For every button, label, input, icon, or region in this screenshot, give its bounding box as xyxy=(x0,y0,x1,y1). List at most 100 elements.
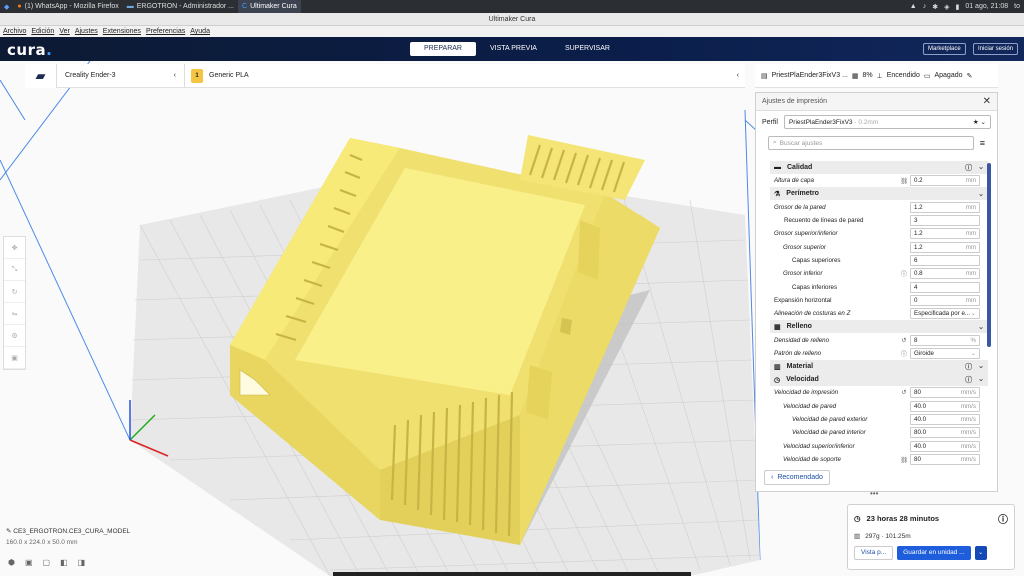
setting-input[interactable]: 80.0 mm/s xyxy=(910,427,980,439)
tab-vista-previa[interactable]: VISTA PREVIA xyxy=(476,42,551,56)
setting-input[interactable]: 0.8 mm xyxy=(910,268,980,280)
setting-input[interactable]: 40.0 mm/s xyxy=(910,400,980,412)
setting-input[interactable]: 40.0 mm/s xyxy=(910,440,980,452)
menu-preferencias[interactable]: Preferencias xyxy=(146,26,185,37)
open-file-button[interactable]: ▰ xyxy=(25,63,57,88)
notification-icon[interactable]: ▲ xyxy=(910,3,917,10)
menu-extensiones[interactable]: Extensiones xyxy=(103,26,141,37)
menu-ajustes[interactable]: Ajustes xyxy=(75,26,98,37)
category-relleno[interactable]: ▦ Relleno ⌄ xyxy=(770,320,988,334)
close-icon[interactable]: ✕ xyxy=(983,96,991,107)
preview-button[interactable]: Vista p... xyxy=(854,546,894,560)
battery-icon[interactable]: ▮ xyxy=(955,3,959,11)
signin-button[interactable]: Iniciar sesión xyxy=(973,43,1019,55)
pencil-icon[interactable]: ✎ xyxy=(6,528,11,535)
top-view-icon[interactable]: ▢ xyxy=(43,558,51,567)
chevron-down-icon: ⌄ xyxy=(978,362,984,370)
adhesion-icon: ▭ xyxy=(923,72,931,80)
setting-row: Capas superiores 6 xyxy=(770,254,988,267)
profile-dropdown[interactable]: PriestPlaEnder3FixV3 - 0.2mm ★ ⌄ xyxy=(783,115,991,129)
scale-tool-icon[interactable]: ⤡ xyxy=(4,259,25,281)
category-material[interactable]: ▥ Material ⓘ ⌄ xyxy=(770,360,988,374)
category-perimetro[interactable]: ⚗ Perímetro ⌄ xyxy=(770,187,988,201)
tool-panel: ✥ ⤡ ↻ ⇋ ⚙ ▣ xyxy=(3,236,26,370)
marketplace-button[interactable]: Marketplace xyxy=(923,43,966,55)
support-icon: ⊥ xyxy=(876,72,883,80)
clock[interactable]: 01 ago, 21:08 xyxy=(965,3,1008,10)
walls-icon: ⚗ xyxy=(774,190,781,198)
setting-input[interactable]: 8% xyxy=(910,334,980,346)
category-calidad[interactable]: ▬ Calidad ⓘ ⌄ xyxy=(770,161,988,174)
link-icon: ⛓ xyxy=(900,456,908,464)
setting-dropdown[interactable]: Giroide ⌄ xyxy=(910,347,980,359)
setting-row: Grosor de la pared 1.2 mm xyxy=(770,200,988,213)
taskbar-item-cura[interactable]: C Ultimaker Cura xyxy=(238,0,301,13)
support-blocker-icon[interactable]: ▣ xyxy=(4,347,25,369)
user-label[interactable]: to xyxy=(1014,3,1020,10)
setting-row: Velocidad superior/inferior 40.0 mm/s xyxy=(770,440,988,453)
settings-search-input[interactable]: ⌕ Buscar ajustes xyxy=(768,136,974,150)
spool-icon: ▥ xyxy=(854,533,861,540)
layer-height-input[interactable]: 0.2 mm xyxy=(910,175,980,187)
print-settings-panel: Ajustes de impresión ✕ Perfil PriestPlaE… xyxy=(755,92,998,492)
extruder-badge: 1 xyxy=(191,68,203,83)
rotate-tool-icon[interactable]: ↻ xyxy=(4,281,25,303)
printer-name: Creality Ender-3 xyxy=(65,72,116,79)
chevron-down-icon: ⌄ xyxy=(978,190,984,198)
panel-resize-handle[interactable]: ••• xyxy=(870,489,878,498)
tab-preparar[interactable]: PREPARAR xyxy=(410,42,476,56)
menu-ver[interactable]: Ver xyxy=(59,26,70,37)
setting-input[interactable]: 1.2 mm xyxy=(910,201,980,213)
infill-summary: 8% xyxy=(862,72,873,79)
category-velocidad[interactable]: ◷ Velocidad ⓘ ⌄ xyxy=(770,373,988,387)
setting-input[interactable]: 4 xyxy=(910,281,980,293)
save-to-drive-button[interactable]: Guardar en unidad ... xyxy=(897,546,971,560)
3d-view-icon[interactable]: ⬢ xyxy=(8,558,15,567)
front-view-icon[interactable]: ▣ xyxy=(25,558,33,567)
taskbar-item-file-manager[interactable]: ▬ ERGOTRON - Administrador ... xyxy=(123,0,238,13)
setting-row: Patrón de relleno ⓘ Giroide ⌄ xyxy=(770,347,988,360)
info-icon[interactable]: ⓘ xyxy=(998,511,1008,526)
recommended-button[interactable]: ‹ Recomendado xyxy=(764,470,830,485)
move-tool-icon[interactable]: ✥ xyxy=(4,237,25,259)
taskbar-item-label: ERGOTRON - Administrador ... xyxy=(136,3,235,10)
horizontal-scrollbar[interactable] xyxy=(333,572,691,576)
tab-supervisar[interactable]: SUPERVISAR xyxy=(551,42,624,56)
menu-ayuda[interactable]: Ayuda xyxy=(190,26,210,37)
settings-menu-icon[interactable]: ≡ xyxy=(980,138,985,148)
quality-icon: ▬ xyxy=(774,164,781,171)
link-icon: ⛓ xyxy=(900,177,908,185)
material-name: Generic PLA xyxy=(209,72,249,79)
volume-icon[interactable]: ♪ xyxy=(923,3,927,10)
print-setup-summary[interactable]: ▤ PriestPlaEnder3FixV3 ... ▦ 8% ⊥ Encend… xyxy=(755,64,998,88)
taskbar-item-firefox[interactable]: ● (1) WhatsApp - Mozilla Firefox xyxy=(13,0,122,13)
menu-edicion[interactable]: Edición xyxy=(31,26,54,37)
setting-input[interactable]: 80 mm/s xyxy=(910,454,980,465)
network-icon[interactable]: ◈ xyxy=(944,3,949,11)
per-model-settings-icon[interactable]: ⚙ xyxy=(4,325,25,347)
start-menu-button[interactable]: ◆ xyxy=(0,0,13,13)
menu-icon: ◆ xyxy=(4,3,10,11)
model-info: ✎ CE3_ERGOTRON.CE3_CURA_MODEL 160.0 x 22… xyxy=(6,527,130,546)
material-selector[interactable]: 1 Generic PLA ‹ xyxy=(185,64,745,88)
setting-input[interactable]: 0 mm xyxy=(910,294,980,306)
bluetooth-icon[interactable]: ✱ xyxy=(932,3,938,11)
printer-selector[interactable]: Creality Ender-3 ‹ xyxy=(57,63,185,88)
firefox-icon: ● xyxy=(17,3,22,10)
mirror-tool-icon[interactable]: ⇋ xyxy=(4,303,25,325)
settings-list[interactable]: ▬ Calidad ⓘ ⌄ Altura de capa ⛓ 0.2 mm ⚗ Pe… xyxy=(770,161,988,465)
chevron-down-icon[interactable]: ⌄ xyxy=(974,546,987,560)
left-view-icon[interactable]: ◧ xyxy=(60,558,68,567)
setting-input[interactable]: 6 xyxy=(910,254,980,266)
setting-input[interactable]: 3 xyxy=(910,214,980,226)
menu-archivo[interactable]: Archivo xyxy=(3,26,26,37)
setting-dropdown[interactable]: Especificada por e... ⌄ xyxy=(910,308,980,320)
setting-input[interactable]: 40.0 mm/s xyxy=(910,413,980,425)
setting-input[interactable]: 80 mm/s xyxy=(910,387,980,399)
setting-input[interactable]: 1.2 mm xyxy=(910,228,980,240)
setting-input[interactable]: 1.2 mm xyxy=(910,241,980,253)
settings-scrollbar[interactable] xyxy=(987,163,991,347)
model-dimensions: 160.0 x 224.0 x 50.0 mm xyxy=(6,539,78,546)
right-view-icon[interactable]: ◨ xyxy=(78,558,86,567)
setting-row: Alineación de costuras en Z Especificada … xyxy=(770,307,988,320)
